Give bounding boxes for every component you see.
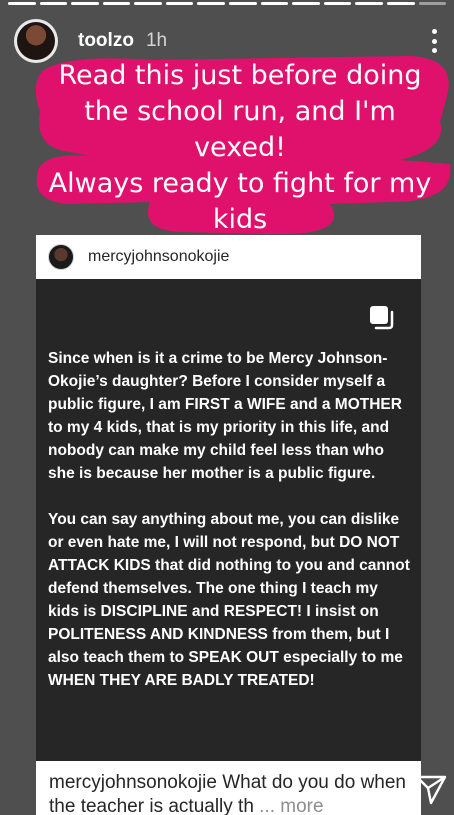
story-username[interactable]: toolzo (78, 30, 134, 52)
progress-segment (71, 2, 99, 5)
caption-line: vexed! (194, 132, 286, 163)
progress-segment (39, 2, 68, 5)
post-paragraph: You can say anything about me, you can d… (48, 511, 410, 689)
send-icon[interactable] (414, 772, 448, 806)
post-avatar[interactable] (48, 244, 74, 270)
progress-segment (102, 2, 131, 5)
progress-segment (355, 2, 383, 5)
caption-username[interactable]: mercyjohnsonokojie (49, 772, 217, 793)
post-image: Since when is it a crime to be Mercy Joh… (36, 279, 421, 761)
shared-post[interactable]: mercyjohnsonokojie Since when is it a cr… (36, 235, 421, 815)
multiple-images-icon (370, 306, 394, 330)
caption-line: Always ready to fight for my (48, 168, 432, 199)
caption-more-link[interactable]: ... more (259, 796, 323, 815)
progress-segment (229, 2, 257, 5)
progress-segment (165, 2, 194, 5)
progress-segment (134, 2, 162, 5)
story-time: 1h (145, 30, 168, 51)
post-paragraph: Since when is it a crime to be Mercy Joh… (48, 350, 402, 482)
post-header: mercyjohnsonokojie (36, 235, 421, 279)
progress-segment (260, 2, 289, 5)
story-progress-bar (8, 2, 447, 5)
caption-line: Read this just before doing (58, 60, 422, 91)
progress-segment (386, 2, 415, 5)
progress-segment (418, 2, 447, 5)
progress-segment (292, 2, 320, 5)
caption-line: the school run, and I'm (84, 96, 396, 127)
story-caption: Read this just before doing the school r… (38, 58, 442, 238)
post-text: Since when is it a crime to be Mercy Joh… (48, 347, 412, 715)
progress-segment (197, 2, 226, 5)
progress-segment (8, 2, 36, 5)
progress-segment (323, 2, 352, 5)
post-caption[interactable]: mercyjohnsonokojie What do you do when t… (36, 761, 421, 815)
post-username[interactable]: mercyjohnsonokojie (88, 248, 229, 266)
caption-line: kids (212, 204, 268, 235)
